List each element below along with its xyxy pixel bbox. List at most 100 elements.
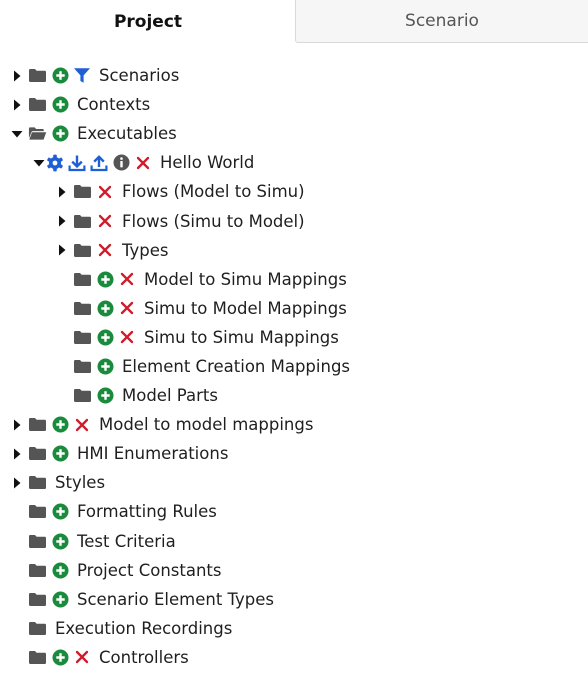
folder-icon bbox=[28, 561, 47, 579]
add-icon[interactable] bbox=[96, 357, 114, 375]
tree-item[interactable]: Flows (Model to Simu) bbox=[0, 177, 588, 206]
tree-item[interactable]: Contexts bbox=[0, 90, 588, 119]
tree-item[interactable]: Model to Simu Mappings bbox=[0, 265, 588, 294]
tree-item[interactable]: Hello World bbox=[0, 148, 588, 177]
tree-item-label: Element Creation Mappings bbox=[122, 356, 351, 376]
delete-icon[interactable] bbox=[118, 270, 136, 288]
add-icon[interactable] bbox=[51, 532, 69, 550]
tree-item[interactable]: HMI Enumerations bbox=[0, 439, 588, 468]
collapse-arrow-icon[interactable] bbox=[55, 214, 69, 228]
tree-item-label: Formatting Rules bbox=[77, 502, 217, 522]
tab-project[interactable]: Project bbox=[0, 0, 296, 43]
delete-icon[interactable] bbox=[118, 328, 136, 346]
tree-item[interactable]: Flows (Simu to Model) bbox=[0, 206, 588, 235]
folder-icon bbox=[73, 241, 92, 259]
tree-item-label: Flows (Simu to Model) bbox=[122, 211, 305, 231]
tree-item[interactable]: Model to model mappings bbox=[0, 410, 588, 439]
expand-arrow-icon[interactable] bbox=[32, 156, 46, 170]
folder-icon bbox=[73, 387, 92, 405]
tree-item-label: Test Criteria bbox=[77, 531, 176, 551]
folder-icon bbox=[73, 270, 92, 288]
tree-item[interactable]: Test Criteria bbox=[0, 527, 588, 556]
folder-icon bbox=[73, 328, 92, 346]
tree-item[interactable]: Execution Recordings bbox=[0, 614, 588, 643]
upload-icon[interactable] bbox=[90, 154, 108, 172]
add-icon[interactable] bbox=[51, 445, 69, 463]
folder-icon bbox=[28, 590, 47, 608]
tree-item-label: Types bbox=[122, 240, 169, 260]
tree-item-label: Simu to Simu Mappings bbox=[144, 327, 339, 347]
tree-item[interactable]: Scenario Element Types bbox=[0, 585, 588, 614]
expand-arrow-icon[interactable] bbox=[10, 127, 24, 141]
tree-item[interactable]: Executables bbox=[0, 119, 588, 148]
delete-icon[interactable] bbox=[118, 299, 136, 317]
delete-icon[interactable] bbox=[96, 212, 114, 230]
tree-item[interactable]: Element Creation Mappings bbox=[0, 352, 588, 381]
delete-icon[interactable] bbox=[73, 648, 91, 666]
add-icon[interactable] bbox=[51, 125, 69, 143]
folder-icon bbox=[73, 183, 92, 201]
folder-open-icon bbox=[28, 125, 47, 143]
add-icon[interactable] bbox=[96, 299, 114, 317]
delete-icon[interactable] bbox=[134, 154, 152, 172]
tree-item-label: Hello World bbox=[160, 153, 255, 173]
tree-item-label: Project Constants bbox=[77, 560, 222, 580]
folder-icon bbox=[28, 416, 47, 434]
add-icon[interactable] bbox=[51, 648, 69, 666]
tree-item-label: Scenario Element Types bbox=[77, 589, 275, 609]
add-icon[interactable] bbox=[51, 416, 69, 434]
add-icon[interactable] bbox=[51, 96, 69, 114]
tree-item-label: Flows (Model to Simu) bbox=[122, 182, 305, 202]
add-icon[interactable] bbox=[96, 387, 114, 405]
tree-item[interactable]: Formatting Rules bbox=[0, 497, 588, 526]
tree-item-label: Controllers bbox=[99, 647, 189, 667]
tree-item-label: Styles bbox=[55, 473, 106, 493]
collapse-arrow-icon[interactable] bbox=[10, 476, 24, 490]
add-icon[interactable] bbox=[51, 503, 69, 521]
folder-icon bbox=[73, 212, 92, 230]
tree-item[interactable]: Simu to Model Mappings bbox=[0, 294, 588, 323]
tree-item[interactable]: Project Constants bbox=[0, 556, 588, 585]
tree-item-label: Model to model mappings bbox=[99, 415, 314, 435]
collapse-arrow-icon[interactable] bbox=[10, 447, 24, 461]
delete-icon[interactable] bbox=[96, 183, 114, 201]
tree-item[interactable]: Controllers bbox=[0, 643, 588, 672]
tree-item-label: Execution Recordings bbox=[55, 618, 233, 638]
folder-icon bbox=[28, 67, 47, 85]
add-icon[interactable] bbox=[51, 67, 69, 85]
folder-icon bbox=[73, 357, 92, 375]
collapse-arrow-icon[interactable] bbox=[55, 243, 69, 257]
add-icon[interactable] bbox=[96, 328, 114, 346]
tree-item-label: Contexts bbox=[77, 95, 151, 115]
folder-icon bbox=[73, 299, 92, 317]
folder-icon bbox=[28, 96, 47, 114]
tree-item[interactable]: Scenarios bbox=[0, 61, 588, 90]
add-icon[interactable] bbox=[51, 561, 69, 579]
folder-icon bbox=[28, 503, 47, 521]
tab-scenario[interactable]: Scenario bbox=[295, 0, 588, 43]
download-icon[interactable] bbox=[68, 154, 86, 172]
tree-item[interactable]: Types bbox=[0, 236, 588, 265]
tree-item-label: Executables bbox=[77, 124, 177, 144]
collapse-arrow-icon[interactable] bbox=[10, 98, 24, 112]
delete-icon[interactable] bbox=[73, 416, 91, 434]
folder-icon bbox=[28, 445, 47, 463]
filter-icon[interactable] bbox=[73, 67, 91, 85]
tree-item[interactable]: Simu to Simu Mappings bbox=[0, 323, 588, 352]
collapse-arrow-icon[interactable] bbox=[55, 185, 69, 199]
add-icon[interactable] bbox=[96, 270, 114, 288]
tree-item[interactable]: Model Parts bbox=[0, 381, 588, 410]
folder-icon bbox=[28, 648, 47, 666]
collapse-arrow-icon[interactable] bbox=[10, 69, 24, 83]
delete-icon[interactable] bbox=[96, 241, 114, 259]
folder-icon bbox=[28, 474, 47, 492]
folder-icon bbox=[28, 619, 47, 637]
tree-item[interactable]: Styles bbox=[0, 468, 588, 497]
info-icon[interactable] bbox=[112, 154, 130, 172]
tree-item-label: HMI Enumerations bbox=[77, 444, 229, 464]
tree-item-label: Scenarios bbox=[99, 66, 180, 86]
collapse-arrow-icon[interactable] bbox=[10, 418, 24, 432]
gear-icon[interactable] bbox=[46, 154, 64, 172]
add-icon[interactable] bbox=[51, 590, 69, 608]
tree-item-label: Model Parts bbox=[122, 386, 218, 406]
